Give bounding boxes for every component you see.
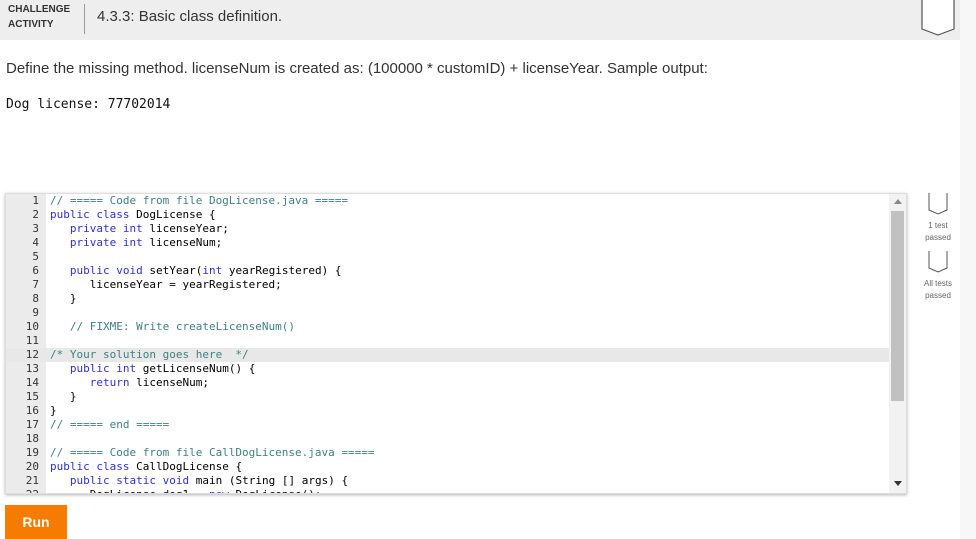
line-number: 3 <box>32 222 39 235</box>
line-number: 5 <box>32 250 39 263</box>
scroll-up-icon[interactable] <box>894 199 902 204</box>
line-number: 15 <box>25 390 39 403</box>
code-line[interactable]: 22 DogLicense dog1 = new DogLicense(); <box>6 488 889 493</box>
code-line[interactable]: 8 } <box>6 292 889 306</box>
activity-header: CHALLENGE ACTIVITY 4.3.3: Basic class def… <box>0 0 960 40</box>
code-line[interactable]: 3 private int licenseYear; <box>6 222 889 236</box>
code-line[interactable]: 12 /* Your solution goes here */ <box>6 348 889 362</box>
line-text: public class CallDogLicense { <box>50 460 243 473</box>
all-tests-badge-icon <box>928 251 948 273</box>
sample-output: Dog license: 77702014 <box>6 97 171 112</box>
line-text: /* Your solution goes here */ <box>50 348 249 361</box>
line-number: 12 <box>25 348 39 361</box>
code-line[interactable]: 5 <box>6 250 889 264</box>
line-text: // ===== Code from file DogLicense.java … <box>50 194 349 207</box>
line-number: 7 <box>32 278 39 291</box>
line-text: public static void main (String [] args)… <box>69 474 349 487</box>
code-line[interactable]: 14 return licenseNum; <box>6 376 889 390</box>
code-line[interactable]: 9 <box>6 306 889 320</box>
code-line[interactable]: 15 } <box>6 390 889 404</box>
scrollbar-thumb[interactable] <box>891 211 904 401</box>
line-text: private int licenseNum; <box>69 236 223 249</box>
code-line[interactable]: 16} <box>6 404 889 418</box>
code-line[interactable]: 10 // FIXME: Write createLicenseNum() <box>6 320 889 334</box>
code-line[interactable]: 6 public void setYear(int yearRegistered… <box>6 264 889 278</box>
line-text: DogLicense dog1 = new DogLicense(); <box>50 488 322 493</box>
code-line[interactable]: 17 // ===== end ===== <box>6 418 889 432</box>
activity-type-label: CHALLENGE ACTIVITY <box>8 4 71 30</box>
code-line[interactable]: 1 // ===== Code from file DogLicense.java… <box>6 194 889 208</box>
line-text: } <box>50 404 57 417</box>
scrollbar[interactable] <box>889 194 906 493</box>
right-strip <box>960 0 976 539</box>
line-text: // ===== Code from file CallDogLicense.j… <box>50 446 375 459</box>
line-text: } <box>50 390 77 403</box>
completion-badge-icon <box>921 0 955 36</box>
test-status-all: All tests passed <box>923 279 952 300</box>
line-number: 11 <box>25 334 39 347</box>
line-number: 13 <box>25 362 39 375</box>
code-editor[interactable]: 1 // ===== Code from file DogLicense.java… <box>5 193 907 494</box>
line-number: 2 <box>32 208 39 221</box>
line-number: 8 <box>32 292 39 305</box>
line-number: 14 <box>25 376 39 389</box>
code-line[interactable]: 19 // ===== Code from file CallDogLicense… <box>6 446 889 460</box>
line-text: public class DogLicense { <box>50 208 216 221</box>
activity-title: 4.3.3: Basic class definition. <box>97 8 283 25</box>
code-line[interactable]: 11 <box>6 334 889 348</box>
line-text: // FIXME: Write createLicenseNum() <box>69 320 296 333</box>
divider <box>84 4 85 34</box>
line-number: 1 <box>32 194 39 207</box>
line-number: 6 <box>32 264 39 277</box>
code-line[interactable]: 13 public int getLicenseNum() { <box>6 362 889 376</box>
line-text: public int getLicenseNum() { <box>69 362 256 375</box>
line-number: 17 <box>25 418 39 431</box>
line-text: licenseYear = yearRegistered; <box>50 278 282 291</box>
code-line[interactable]: 7 licenseYear = yearRegistered; <box>6 278 889 292</box>
line-text: private int licenseYear; <box>69 222 229 235</box>
code-line[interactable]: 20 public class CallDogLicense { <box>6 460 889 474</box>
line-number: 16 <box>25 404 39 417</box>
line-number: 22 <box>6 488 39 493</box>
line-text: // ===== end ===== <box>50 418 170 431</box>
line-number: 20 <box>25 460 39 473</box>
line-text: return licenseNum; <box>89 376 209 389</box>
code-line[interactable]: 2 public class DogLicense { <box>6 208 889 222</box>
line-number: 9 <box>32 306 39 319</box>
line-number: 21 <box>25 474 39 487</box>
run-button[interactable]: Run <box>5 505 67 539</box>
line-number: 19 <box>25 446 39 459</box>
code-line[interactable]: 21 public static void main (String [] ar… <box>6 474 889 488</box>
line-number: 10 <box>25 320 39 333</box>
line-text: } <box>50 292 77 305</box>
line-number: 18 <box>25 432 39 445</box>
test-badge-icon <box>928 193 948 215</box>
code-line[interactable]: 18 <box>6 432 889 446</box>
test-status-one: 1 test passed <box>925 221 951 242</box>
scroll-down-icon[interactable] <box>894 481 902 486</box>
line-text: public void setYear(int yearRegistered) … <box>69 264 342 277</box>
line-number: 4 <box>32 236 39 249</box>
code-line[interactable]: 4 private int licenseNum; <box>6 236 889 250</box>
instructions: Define the missing method. licenseNum is… <box>6 60 708 77</box>
